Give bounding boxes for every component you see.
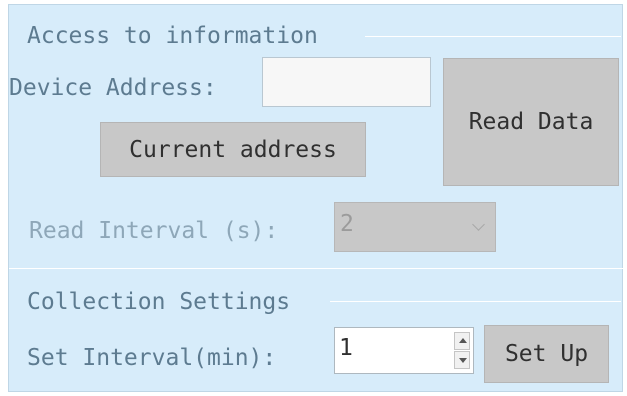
current-address-button[interactable]: Current address (100, 122, 366, 177)
set-interval-value: 1 (339, 335, 353, 361)
spin-up-button[interactable] (454, 332, 470, 350)
read-interval-value: 2 (340, 211, 354, 237)
spin-down-arrow-icon (459, 358, 467, 363)
collection-settings-group-line (330, 301, 621, 302)
spin-up-arrow-icon (459, 338, 467, 343)
group-separator-line (9, 268, 624, 269)
access-information-group-line (365, 36, 621, 37)
read-data-button[interactable]: Read Data (443, 58, 619, 186)
set-up-button[interactable]: Set Up (484, 325, 609, 383)
settings-panel: Access to information Device Address: Cu… (8, 4, 624, 392)
spin-down-button[interactable] (454, 351, 470, 369)
chevron-down-icon (472, 218, 485, 231)
device-address-input[interactable] (262, 57, 431, 107)
set-interval-stepper[interactable]: 1 (334, 327, 474, 374)
set-interval-label: Set Interval(min): (27, 345, 277, 371)
read-interval-label: Read Interval (s): (29, 218, 279, 244)
read-interval-dropdown[interactable]: 2 (334, 202, 496, 252)
collection-settings-group-title: Collection Settings (27, 289, 291, 315)
access-information-group-title: Access to information (27, 23, 318, 49)
device-address-label: Device Address: (9, 75, 217, 101)
